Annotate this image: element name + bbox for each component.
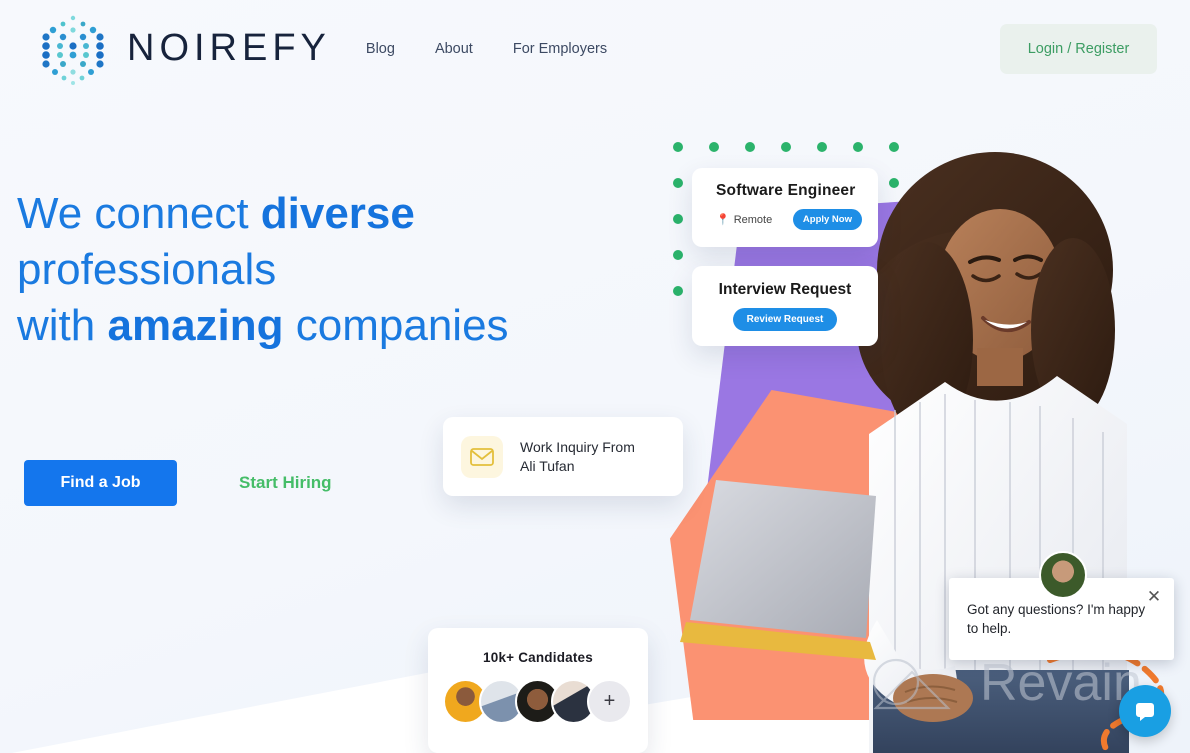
map-pin-icon: 📍 [716,214,730,226]
brand-name: NOIREFY [127,27,331,69]
headline-line3-tail: companies [283,301,509,350]
candidates-card-title: 10k+ Candidates [483,650,593,665]
headline-emphasis-amazing: amazing [107,301,284,350]
find-a-job-button[interactable]: Find a Job [24,460,177,506]
close-icon[interactable]: ✕ [1144,586,1164,606]
chat-bubble-button[interactable] [1119,685,1171,737]
login-register-button[interactable]: Login / Register [1000,23,1157,74]
envelope-icon [470,447,494,466]
hero-page: NOIREFY Blog About For Employers Login /… [0,0,1190,753]
hero-copy: We connect diverse professionals with am… [17,186,577,354]
job-card-meta-row: 📍 Remote Apply Now [716,209,862,230]
laptop-illustration [680,480,876,660]
brand-logo[interactable]: NOIREFY [33,13,331,85]
interview-card-title: Interview Request [718,281,852,298]
work-inquiry-text: Work Inquiry From Ali Tufan [520,438,635,476]
job-card-location: Remote [733,213,773,226]
chat-message-text: Got any questions? I'm happy to help. [967,602,1146,636]
review-request-button[interactable]: Review Request [732,308,838,331]
hero-cta-row: Find a Job Start Hiring [24,460,346,506]
nav-link-about[interactable]: About [435,41,473,57]
site-header: NOIREFY Blog About For Employers Login /… [0,0,1190,97]
more-candidates-button[interactable]: + [587,679,632,724]
candidate-avatar-stack: + [443,679,632,724]
primary-navigation: Blog About For Employers [366,41,607,57]
nav-link-blog[interactable]: Blog [366,41,395,57]
candidates-card[interactable]: 10k+ Candidates + [428,628,648,753]
page-title: We connect diverse professionals with am… [17,186,577,354]
job-card-title: Software Engineer [716,182,856,199]
headline-line2: professionals [17,245,277,294]
envelope-icon-container [461,435,503,478]
headline-line3-plain: with [17,301,108,350]
start-hiring-button[interactable]: Start Hiring [225,463,346,503]
chat-agent-avatar [1039,551,1087,599]
work-inquiry-line1: Work Inquiry From [520,438,635,455]
chat-bubble-icon [1136,703,1154,721]
nav-link-for-employers[interactable]: For Employers [513,41,607,57]
hex-dot-pattern-logo-icon [42,15,104,85]
work-inquiry-card[interactable]: Work Inquiry From Ali Tufan [443,417,683,496]
headline-emphasis-diverse: diverse [260,189,415,238]
job-card[interactable]: Software Engineer 📍 Remote Apply Now [692,168,878,247]
apply-now-button[interactable]: Apply Now [792,209,862,230]
headline-line1-plain: We connect [17,189,261,238]
interview-request-card[interactable]: Interview Request Review Request [692,266,878,346]
work-inquiry-line2: Ali Tufan [520,457,575,474]
